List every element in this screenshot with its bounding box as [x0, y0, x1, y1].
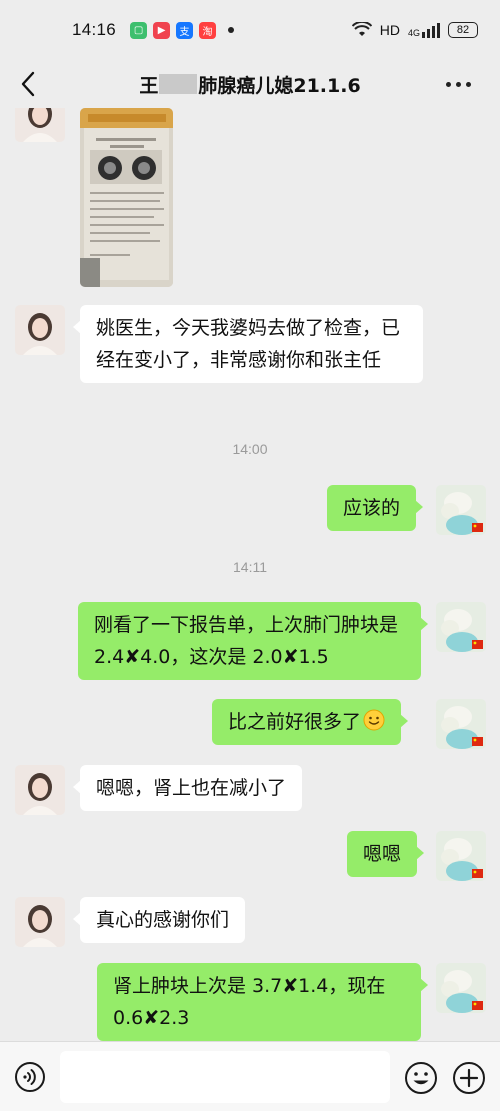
contact-avatar-image [15, 897, 65, 947]
contact-avatar[interactable] [15, 897, 65, 947]
voice-button[interactable] [14, 1061, 46, 1093]
message-bubble-sent[interactable]: 刚看了一下报告单，上次肺门肿块是 2.4✘4.0，这次是 2.0✘1.5 [78, 602, 428, 680]
signal-label: 4G [407, 27, 420, 38]
more-menu-button[interactable] [438, 72, 478, 96]
status-time: 14:16 [72, 20, 117, 39]
my-avatar[interactable] [436, 831, 486, 881]
wifi-icon [351, 22, 372, 36]
contact-avatar-image [15, 305, 65, 355]
message-bubble-received[interactable]: 姚医生，今天我婆妈去做了检查，已经在变小了，非常感谢你和张主任 [73, 305, 423, 383]
message-bubble-received[interactable]: 嗯嗯，肾上也在减小了 [72, 765, 303, 811]
contact-avatar-image [15, 108, 65, 142]
chat-header: 王 肺腺癌儿媳21.1.6 [0, 60, 500, 108]
more-icon [445, 81, 451, 87]
my-avatar[interactable] [436, 699, 486, 749]
my-avatar[interactable] [436, 963, 486, 1013]
status-app-icons: ▢ ▶ 支 淘 [130, 21, 235, 39]
message-text: 比之前好很多了 [228, 711, 362, 733]
more-notifications-icon [228, 27, 235, 33]
signal-icon: 4G [407, 22, 440, 38]
chevron-left-icon [21, 71, 35, 97]
message-text: 嗯嗯，肾上也在减小了 [96, 777, 287, 799]
video-app-icon: ▶ [153, 21, 171, 39]
report-photo-message[interactable] [80, 108, 173, 287]
my-avatar-image [436, 485, 486, 535]
contact-avatar[interactable] [15, 765, 65, 815]
taobao-app-icon: 淘 [199, 21, 217, 39]
voice-icon [15, 1062, 45, 1092]
back-button[interactable] [12, 66, 44, 102]
title-prefix: 王 [139, 74, 159, 97]
message-timestamp: 14:11 [233, 559, 267, 575]
alipay-app-icon: 支 [176, 21, 194, 39]
message-text: 应该的 [343, 497, 401, 519]
contact-avatar-image [15, 765, 65, 815]
emoji-icon [405, 1062, 437, 1094]
title-suffix: 肺腺癌儿媳21.1.6 [198, 74, 361, 97]
my-avatar[interactable] [436, 485, 486, 535]
messages-app-icon: ▢ [130, 21, 148, 39]
message-bubble-sent[interactable]: 比之前好很多了 [212, 699, 409, 745]
message-input-bar [0, 1041, 500, 1111]
message-bubble-sent[interactable]: 嗯嗯 [347, 831, 425, 877]
message-bubble-sent[interactable]: 应该的 [327, 485, 424, 531]
redacted-name-block [159, 74, 198, 94]
my-avatar-image [436, 963, 486, 1013]
battery-icon: 82 [448, 22, 478, 38]
message-text: 姚医生，今天我婆妈去做了检查，已经在变小了，非常感谢你和张主任 [96, 317, 401, 371]
status-bar: 14:16 ▢ ▶ 支 淘 HD 4G 82 [0, 0, 500, 60]
message-timestamp: 14:00 [232, 441, 268, 457]
message-text: 刚看了一下报告单，上次肺门肿块是 2.4✘4.0，这次是 2.0✘1.5 [94, 614, 399, 668]
message-bubble-sent[interactable]: 肾上肿块上次是 3.7✘1.4，现在 0.6✘2.3 [97, 963, 428, 1041]
contact-avatar[interactable] [15, 305, 65, 355]
message-bubble-received[interactable]: 真心的感谢你们 [72, 897, 246, 943]
smile-emoji-icon [363, 709, 385, 731]
my-avatar-image [436, 831, 486, 881]
chat-message-list[interactable]: 姚医生，今天我婆妈去做了检查，已经在变小了，非常感谢你和张主任 14:00 应该… [0, 108, 500, 1041]
report-photo-image [80, 108, 173, 287]
status-indicators: HD 4G 82 [351, 22, 478, 38]
emoji-button[interactable] [404, 1061, 438, 1095]
more-actions-button[interactable] [452, 1061, 486, 1095]
plus-icon [453, 1062, 485, 1094]
contact-avatar[interactable] [15, 108, 65, 142]
chat-title: 王 肺腺癌儿媳21.1.6 [139, 71, 361, 98]
message-text: 肾上肿块上次是 3.7✘1.4，现在 0.6✘2.3 [113, 975, 386, 1029]
message-text-input[interactable] [60, 1051, 390, 1103]
message-text: 真心的感谢你们 [96, 909, 230, 931]
my-avatar[interactable] [436, 602, 486, 652]
battery-level: 82 [456, 24, 470, 36]
my-avatar-image [436, 699, 486, 749]
message-text: 嗯嗯 [363, 843, 402, 865]
my-avatar-image [436, 602, 486, 652]
network-type: HD [379, 22, 400, 38]
